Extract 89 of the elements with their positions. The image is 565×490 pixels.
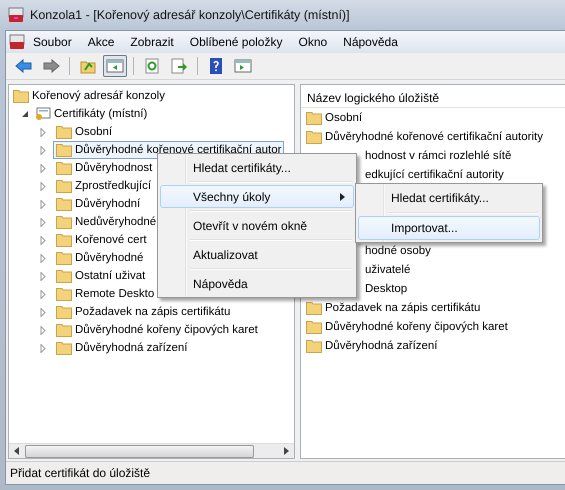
scrollbar-thumb[interactable] xyxy=(25,444,254,458)
status-text: Přidat certifikát do úložiště xyxy=(10,466,150,480)
export-icon xyxy=(170,58,188,74)
tree-item[interactable]: Důvěryhodnost xyxy=(75,162,152,174)
tree-item[interactable]: Osobní xyxy=(75,126,112,138)
menu-item[interactable]: Soubor xyxy=(25,35,80,49)
collapsed-arrow-icon[interactable] xyxy=(39,272,47,280)
tree-item[interactable]: Důvěryhodní xyxy=(75,198,140,210)
list-item[interactable]: hodnost v rámci rozlehlé sítě xyxy=(365,150,512,162)
folder-icon xyxy=(56,179,72,193)
folder-icon xyxy=(306,110,322,124)
collapsed-arrow-icon[interactable] xyxy=(39,182,47,190)
collapsed-arrow-icon[interactable] xyxy=(39,128,47,136)
tree-item-label[interactable]: Důvěryhodné kořenové certifikační autor xyxy=(75,144,282,156)
collapsed-arrow-icon[interactable] xyxy=(39,200,47,208)
folder-icon xyxy=(56,143,72,157)
window-icon xyxy=(106,58,124,74)
list-item[interactable]: Desktop xyxy=(365,282,408,294)
folder-icon xyxy=(56,233,72,247)
tree-item[interactable]: Certifikáty (místní) xyxy=(54,108,148,120)
folder-icon xyxy=(56,125,72,139)
context-menu-item[interactable]: Nápověda xyxy=(160,272,354,295)
folder-icon xyxy=(56,341,72,355)
menu-item[interactable]: Oblíbené položky xyxy=(182,35,290,49)
horizontal-scrollbar[interactable] xyxy=(9,443,294,458)
tree-item[interactable]: Důvěryhodné kořeny čipových karet xyxy=(75,324,258,336)
folder-icon xyxy=(56,323,72,337)
refresh-icon xyxy=(143,58,161,74)
context-menu-item[interactable]: Otevřít v novém okně xyxy=(160,214,354,237)
context-menu-item[interactable]: Všechny úkoly xyxy=(160,185,354,208)
folder-icon xyxy=(56,287,72,301)
expanded-arrow-icon[interactable] xyxy=(21,110,29,118)
list-item[interactable]: uživatelé xyxy=(365,264,410,276)
context-menu-item[interactable]: Hledat certifikáty... xyxy=(160,156,354,179)
collapsed-arrow-icon[interactable] xyxy=(39,254,47,262)
help-icon xyxy=(207,58,225,74)
collapsed-arrow-icon[interactable] xyxy=(39,344,47,352)
tree-item[interactable]: Kořenové cert xyxy=(75,234,147,246)
tree-item[interactable]: Ostatní uživat xyxy=(75,270,146,282)
folder-icon xyxy=(306,338,322,352)
collapsed-arrow-icon[interactable] xyxy=(39,308,47,316)
folder-icon xyxy=(56,215,72,229)
scroll-right-icon[interactable] xyxy=(282,447,290,455)
folder-icon xyxy=(56,197,72,211)
list-item[interactable]: hodné osoby xyxy=(365,244,431,256)
folder-icon xyxy=(56,305,72,319)
tree-item[interactable]: Kořenový adresář konzoly xyxy=(32,90,165,102)
submenu-item[interactable]: Hledat certifikáty... xyxy=(358,186,540,210)
scroll-left-icon[interactable] xyxy=(13,447,21,455)
list-item[interactable]: Osobní xyxy=(325,112,362,124)
folder-icon xyxy=(56,269,72,283)
menu-item[interactable]: Nápověda xyxy=(335,35,406,49)
forward-arrow-icon xyxy=(42,58,60,74)
collapsed-arrow-icon[interactable] xyxy=(39,236,47,244)
console-icon xyxy=(8,7,24,23)
tree-item[interactable]: Zprostředkující xyxy=(75,180,152,192)
menu-item[interactable]: Okno xyxy=(290,35,336,49)
tree-item[interactable]: Remote Deskto xyxy=(75,288,154,300)
tree-item[interactable]: Důvěryhodné xyxy=(75,252,144,264)
console-icon[interactable] xyxy=(9,34,25,50)
list-item[interactable]: Důvěryhodná zařízení xyxy=(325,340,438,352)
menu-item[interactable]: Akce xyxy=(80,35,122,49)
folder-icon xyxy=(13,89,29,103)
back-arrow-icon xyxy=(15,58,33,74)
list-item[interactable]: Důvěryhodné kořeny čipových karet xyxy=(325,320,508,332)
collapsed-arrow-icon[interactable] xyxy=(39,164,47,172)
tree-item[interactable]: Nedůvěryhodné xyxy=(75,216,156,228)
collapsed-arrow-icon[interactable] xyxy=(39,290,47,298)
collapsed-arrow-icon[interactable] xyxy=(39,146,47,154)
list-item[interactable]: Požadavek na zápis certifikátu xyxy=(325,302,480,314)
folder-icon xyxy=(56,251,72,265)
folder-icon xyxy=(56,161,72,175)
window-title: Konzola1 - [Kořenový adresář konzoly\Certifikáty (místní)] xyxy=(30,8,350,22)
submenu-arrow-icon xyxy=(340,192,345,200)
folder-icon xyxy=(306,130,322,144)
tree-item[interactable]: Požadavek na zápis certifikátu xyxy=(75,306,230,318)
menu-item[interactable]: Zobrazit xyxy=(122,35,182,49)
folder-icon xyxy=(306,320,322,334)
list-item[interactable]: Důvěryhodné kořenové certifikační autority xyxy=(325,130,543,142)
context-menu-item[interactable]: Aktualizovat xyxy=(160,243,354,266)
tree-toggle-button[interactable] xyxy=(103,55,127,77)
window-icon xyxy=(234,58,252,74)
certificate-store-icon xyxy=(35,107,51,121)
folder-icon xyxy=(306,300,322,314)
tree-item[interactable]: Důvěryhodná zařízení xyxy=(75,342,188,354)
list-item[interactable]: edkující certifikační autority xyxy=(365,168,504,180)
collapsed-arrow-icon[interactable] xyxy=(39,218,47,226)
collapsed-arrow-icon[interactable] xyxy=(39,326,47,334)
submenu-item[interactable]: Importovat... xyxy=(358,216,540,240)
